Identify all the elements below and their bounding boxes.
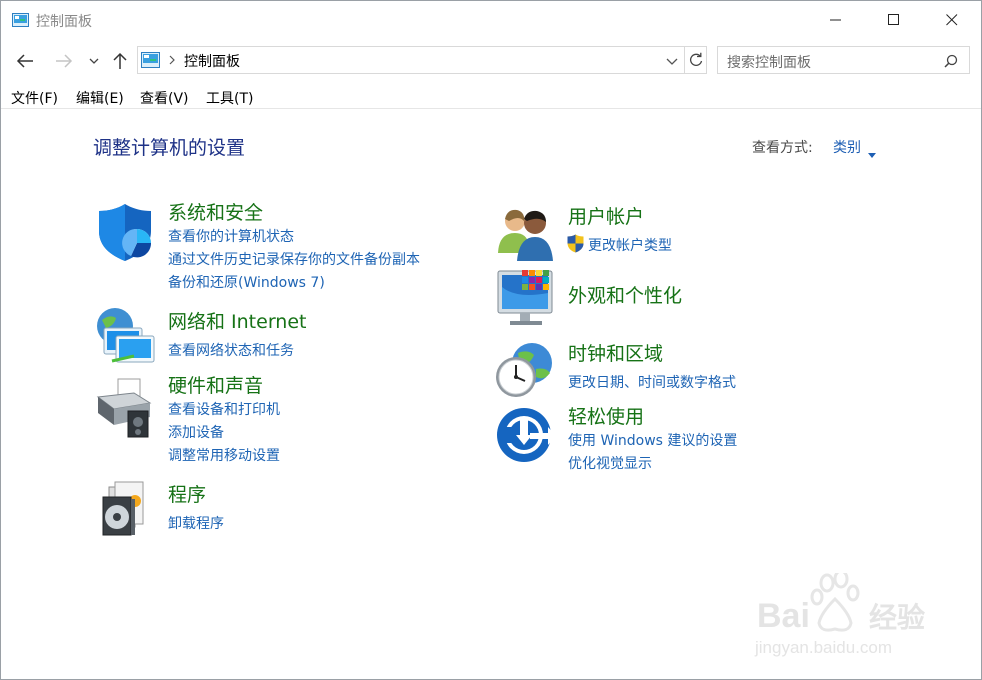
baidu-jingyan-watermark: Bai 经验 jingyan.baidu.com [749, 569, 949, 663]
window-title: 控制面板 [36, 14, 92, 30]
link-backup-restore[interactable]: 备份和还原(Windows 7) [168, 272, 325, 292]
control-panel-icon [12, 12, 29, 27]
forward-button[interactable] [52, 49, 76, 73]
svg-text:经验: 经验 [869, 601, 925, 634]
title-bar: 控制面板 [1, 1, 981, 39]
category-appearance-title[interactable]: 外观和个性化 [568, 281, 682, 308]
recent-locations-button[interactable] [84, 49, 104, 73]
ease-of-access-icon[interactable] [496, 405, 558, 467]
monitor-icon[interactable] [496, 269, 558, 331]
link-windows-suggested-settings[interactable]: 使用 Windows 建议的设置 [568, 430, 737, 450]
svg-text:Bai: Bai [757, 597, 810, 635]
link-add-device[interactable]: 添加设备 [168, 422, 224, 442]
arrow-left-icon [16, 54, 33, 68]
search-input[interactable]: 搜索控制面板 [727, 52, 811, 72]
menu-edit[interactable]: 编辑(E) [76, 88, 124, 108]
refresh-button[interactable] [685, 46, 707, 74]
category-clock-region-title[interactable]: 时钟和区域 [568, 339, 663, 366]
maximize-button[interactable] [865, 1, 923, 39]
link-view-computer-status[interactable]: 查看你的计算机状态 [168, 226, 294, 246]
view-by-label: 查看方式: [752, 140, 813, 156]
category-programs-title[interactable]: 程序 [168, 480, 206, 507]
menu-file[interactable]: 文件(F) [11, 88, 58, 108]
category-hardware-sound-title[interactable]: 硬件和声音 [168, 371, 263, 398]
minimize-button[interactable] [807, 1, 865, 39]
category-user-accounts-title[interactable]: 用户帐户 [568, 202, 644, 229]
category-system-security-title[interactable]: 系统和安全 [168, 198, 263, 225]
arrow-up-icon [113, 52, 127, 69]
shield-icon[interactable] [95, 201, 157, 263]
caret-down-icon[interactable] [868, 143, 876, 162]
close-icon [946, 14, 958, 26]
link-mobility-settings[interactable]: 调整常用移动设置 [168, 445, 280, 465]
link-uninstall-program[interactable]: 卸载程序 [168, 513, 224, 533]
link-network-status[interactable]: 查看网络状态和任务 [168, 340, 294, 360]
breadcrumb-item[interactable]: 控制面板 [184, 51, 240, 71]
search-box[interactable]: 搜索控制面板 [717, 46, 970, 74]
address-bar[interactable]: 控制面板 [137, 46, 685, 74]
maximize-icon [888, 14, 899, 25]
svg-text:jingyan.baidu.com: jingyan.baidu.com [754, 638, 892, 657]
minimize-icon [830, 19, 841, 21]
chevron-down-icon [89, 58, 99, 64]
link-change-account-type[interactable]: 更改帐户类型 [588, 235, 672, 255]
category-network-internet-title[interactable]: 网络和 Internet [168, 307, 306, 334]
view-by-dropdown[interactable]: 类别 [833, 137, 861, 157]
menu-tools[interactable]: 工具(T) [206, 88, 253, 108]
link-date-time-format[interactable]: 更改日期、时间或数字格式 [568, 372, 736, 392]
programs-icon[interactable] [99, 479, 161, 541]
category-ease-of-access-title[interactable]: 轻松使用 [568, 402, 644, 429]
arrow-right-icon [56, 54, 73, 68]
control-panel-icon [141, 52, 160, 68]
address-dropdown-button[interactable] [666, 53, 678, 72]
menu-bar: 文件(F) 编辑(E) 查看(V) 工具(T) [1, 85, 981, 109]
link-optimize-visual-display[interactable]: 优化视觉显示 [568, 453, 652, 473]
close-button[interactable] [923, 1, 981, 39]
back-button[interactable] [13, 49, 37, 73]
network-icon[interactable] [94, 306, 156, 368]
menu-view[interactable]: 查看(V) [140, 88, 189, 108]
refresh-icon [689, 52, 702, 66]
users-icon[interactable] [497, 205, 559, 267]
control-panel-window: 控制面板 控制面板 搜索控制面板 文件(F) 编辑(E) 查看(V) 工具(T)… [0, 0, 982, 680]
up-button[interactable] [108, 49, 132, 73]
printer-icon[interactable] [94, 377, 156, 439]
chevron-down-icon [666, 58, 678, 65]
search-icon[interactable] [944, 53, 958, 72]
link-devices-printers[interactable]: 查看设备和打印机 [168, 399, 280, 419]
chevron-right-icon[interactable] [168, 52, 176, 71]
clock-globe-icon[interactable] [494, 339, 556, 401]
page-title: 调整计算机的设置 [93, 137, 246, 159]
uac-shield-icon [567, 234, 584, 253]
link-file-history-backup[interactable]: 通过文件历史记录保存你的文件备份副本 [168, 249, 420, 269]
